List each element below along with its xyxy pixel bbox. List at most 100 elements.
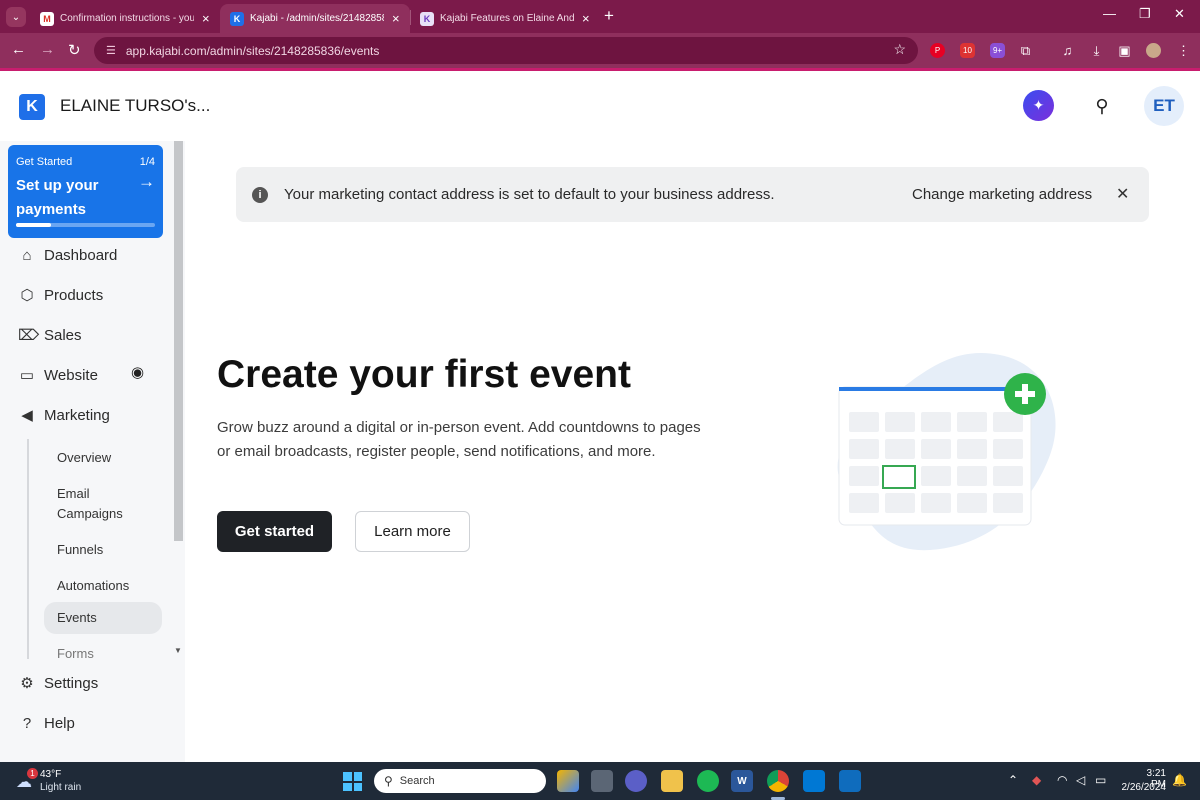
site-name[interactable]: ELAINE TURSO's... [60,96,210,116]
eye-icon[interactable]: ◉ [131,363,144,381]
word-icon[interactable]: W [731,770,753,792]
browser-toolbar: ← → ↻ ☰ app.kajabi.com/admin/sites/21482… [0,33,1200,68]
scroll-down-icon[interactable]: ▼ [174,646,182,655]
kajabi-icon: K [230,11,244,26]
restore-icon[interactable]: ❐ [1139,6,1151,22]
dropbox-icon[interactable]: ◆ [1032,773,1041,787]
tray-overflow-icon[interactable]: ⌃ [1008,773,1018,787]
tab-search-button[interactable]: ⌄ [6,7,26,27]
windows-taskbar: ☁ 1 43°F Light rain ⚲ Search W ⌃ ◆ ◠ ◁ ▭… [0,762,1200,800]
gear-icon: ⚙ [20,675,34,692]
weather-badge: 1 [27,768,38,779]
browser-tab-kajabi-admin[interactable]: K Kajabi - /admin/sites/21482858 × [220,4,410,33]
browser-tab-kajabi-features[interactable]: K Kajabi Features on Elaine And F × [410,4,600,33]
sidebar-subitem-automations[interactable]: Automations [44,570,162,602]
forward-icon[interactable]: → [40,41,55,58]
calendar-illustration [837,353,1056,551]
wifi-icon[interactable]: ◠ [1057,773,1067,787]
bookmark-star-icon[interactable]: ☆ [893,41,906,58]
monitor-icon: ▭ [19,367,35,384]
minimize-icon[interactable]: — [1103,6,1116,21]
notification-bell-icon[interactable]: 🔔 [1172,773,1187,787]
profile-avatar-icon[interactable] [1146,43,1161,58]
battery-icon[interactable]: ▭ [1095,773,1106,787]
submenu-guide-line [27,439,29,659]
new-tab-button[interactable]: + [604,6,614,26]
taskbar-search[interactable]: ⚲ Search [374,769,546,793]
extension-badge-9-icon[interactable]: 9+ [990,43,1005,58]
sidebar-scrollbar[interactable]: ▼ [173,141,185,657]
kajabi-logo-icon[interactable]: K [19,94,45,120]
megaphone-icon: ◀ [21,407,33,424]
address-bar[interactable]: ☰ app.kajabi.com/admin/sites/2148285836/… [94,37,918,64]
box-icon: ⬡ [20,287,34,304]
arrow-right-icon: → [138,172,155,191]
home-icon: ⌂ [22,246,32,264]
ai-assistant-button[interactable]: ✦ [1023,90,1054,121]
get-started-count: 1/4 [139,156,155,168]
weather-temperature[interactable]: 43°F [40,769,61,780]
teams-chat-icon[interactable] [625,770,647,792]
media-control-icon[interactable]: ♫ [1060,43,1075,58]
sidebar-item-help[interactable]: ? Help [18,709,75,737]
extension-badge-10-icon[interactable]: 10 [960,43,975,58]
page-description: Grow buzz around a digital or in-person … [217,419,701,460]
sidebar-item-website[interactable]: ▭ Website [18,361,98,389]
spotify-icon[interactable] [697,770,719,792]
close-window-icon[interactable]: ✕ [1174,6,1185,22]
back-icon[interactable]: ← [11,41,26,58]
taskbar-search-placeholder: Search [399,775,435,787]
learn-more-button[interactable]: Learn more [355,511,470,552]
task-view-icon[interactable] [591,770,613,792]
get-started-card[interactable]: Get Started 1/4 Set up your payments → [8,145,163,238]
chrome-menu-icon[interactable]: ⋮ [1176,43,1191,58]
url-text: app.kajabi.com/admin/sites/2148285836/ev… [125,43,380,58]
close-icon[interactable]: ✕ [1116,184,1129,204]
volume-icon[interactable]: ◁ [1076,773,1085,787]
user-avatar[interactable]: ET [1144,86,1184,126]
reload-icon[interactable]: ↻ [68,41,81,59]
sidebar-subitem-overview[interactable]: Overview [44,442,162,474]
get-started-button[interactable]: Get started [217,511,332,552]
download-icon[interactable]: ⤓ [1089,43,1104,58]
chrome-icon[interactable] [767,770,789,792]
sidebar: Get Started 1/4 Set up your payments → ⌂… [0,141,185,762]
outlook-icon[interactable] [803,770,825,792]
get-started-label: Get Started [16,156,73,168]
browser-tab-gmail[interactable]: M Confirmation instructions - you × [30,4,220,33]
search-icon: ⚲ [384,774,393,788]
get-started-title: Set up your payments [16,177,99,218]
close-tab-icon[interactable]: × [202,11,210,26]
sidebar-item-settings[interactable]: ⚙ Settings [18,669,98,697]
windows-start-icon[interactable] [343,772,362,791]
sidebar-subitem-forms[interactable]: Forms [44,642,162,662]
site-info-icon[interactable]: ☰ [106,44,116,57]
get-started-progress-fill [16,223,51,227]
kajabi-features-icon: K [420,11,434,26]
search-icon[interactable]: ⚲ [1090,94,1114,118]
sidebar-item-sales[interactable]: ⌦ Sales [18,321,82,349]
calculator-app-icon[interactable] [839,770,861,792]
pinterest-extension-icon[interactable]: P [930,43,945,58]
store-app-icon[interactable] [557,770,579,792]
browser-tab-bar: ⌄ M Confirmation instructions - you × K … [0,0,1200,33]
close-tab-icon[interactable]: × [582,11,590,26]
sidebar-subitem-email-campaigns[interactable]: Email Campaigns [44,478,162,530]
sidebar-item-products[interactable]: ⬡ Products [18,281,103,309]
close-tab-icon[interactable]: × [392,11,400,26]
file-explorer-icon[interactable] [661,770,683,792]
get-started-progress-bar [16,223,155,227]
clock-date[interactable]: 2/26/2024 [1120,782,1167,793]
scroll-thumb[interactable] [174,141,183,541]
weather-condition[interactable]: Light rain [40,782,81,793]
side-panel-icon[interactable]: ▣ [1117,43,1132,58]
sidebar-subitem-events[interactable]: Events [44,602,162,634]
info-icon: i [252,187,268,203]
page-title: Create your first event [217,353,631,396]
sidebar-item-dashboard[interactable]: ⌂ Dashboard [18,241,117,269]
sidebar-item-marketing[interactable]: ◀ Marketing [18,401,110,429]
sidebar-subitem-funnels[interactable]: Funnels [44,534,162,566]
change-marketing-address-link[interactable]: Change marketing address [912,186,1092,203]
help-icon: ? [22,714,32,732]
extensions-puzzle-icon[interactable]: ⧉ [1018,43,1033,58]
